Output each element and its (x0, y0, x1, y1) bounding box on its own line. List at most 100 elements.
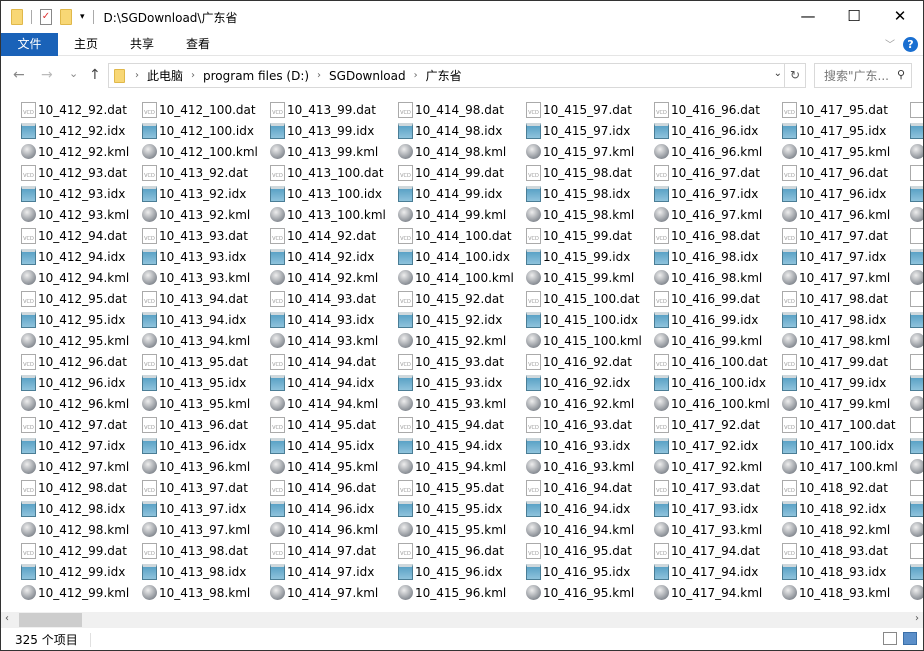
file-item[interactable]: 10_416_95.kml (526, 582, 634, 603)
file-item[interactable]: VCD 10_413_98.dat (142, 540, 248, 561)
file-item[interactable]: VCD 10_413_95.dat (142, 351, 248, 372)
file-item[interactable]: VCD 10_412_95.dat (21, 288, 127, 309)
file-item[interactable]: VCD 10_413_99.dat (270, 99, 376, 120)
file-item-partial[interactable] (910, 351, 923, 372)
file-item[interactable]: 10_417_98.idx (782, 309, 886, 330)
file-item[interactable]: 10_416_96.kml (654, 141, 762, 162)
file-item[interactable]: 10_416_95.idx (526, 561, 630, 582)
file-item[interactable]: 10_415_94.kml (398, 456, 506, 477)
file-item-partial[interactable] (910, 477, 923, 498)
file-item[interactable]: VCD 10_416_95.dat (526, 540, 632, 561)
tab-share[interactable]: 共享 (114, 33, 170, 56)
refresh-button[interactable]: ↻ (785, 63, 806, 88)
file-item[interactable]: VCD 10_414_94.dat (270, 351, 376, 372)
file-item[interactable]: 10_414_97.kml (270, 582, 378, 603)
file-item[interactable]: VCD 10_412_93.dat (21, 162, 127, 183)
tab-home[interactable]: 主页 (58, 33, 114, 56)
file-item[interactable]: VCD 10_414_96.dat (270, 477, 376, 498)
file-item[interactable]: 10_417_95.kml (782, 141, 890, 162)
file-item[interactable]: 10_417_99.kml (782, 393, 890, 414)
file-item[interactable]: VCD 10_414_98.dat (398, 99, 504, 120)
search-input[interactable]: 搜索"广东... ⚲ (814, 63, 912, 88)
file-item[interactable]: 10_414_95.idx (270, 435, 374, 456)
file-item[interactable]: 10_413_98.idx (142, 561, 246, 582)
file-item[interactable]: 10_417_96.kml (782, 204, 890, 225)
file-item[interactable]: VCD 10_413_96.dat (142, 414, 248, 435)
file-item-partial[interactable] (910, 435, 923, 456)
file-item-partial[interactable] (910, 120, 923, 141)
file-item[interactable]: 10_415_92.idx (398, 309, 502, 330)
file-item[interactable]: 10_413_97.kml (142, 519, 250, 540)
file-item[interactable]: 10_418_92.idx (782, 498, 886, 519)
file-item[interactable]: VCD 10_412_94.dat (21, 225, 127, 246)
file-item[interactable]: VCD 10_414_95.dat (270, 414, 376, 435)
forward-button[interactable]: → (41, 67, 53, 83)
breadcrumb-guangdong[interactable]: 广东省 (426, 67, 462, 84)
file-item[interactable]: VCD 10_416_92.dat (526, 351, 632, 372)
file-item[interactable]: 10_412_96.idx (21, 372, 125, 393)
file-item[interactable]: 10_414_94.idx (270, 372, 374, 393)
file-item[interactable]: 10_418_93.idx (782, 561, 886, 582)
file-item[interactable]: 10_417_95.idx (782, 120, 886, 141)
file-item-partial[interactable] (910, 372, 923, 393)
file-item[interactable]: 10_415_98.idx (526, 183, 630, 204)
chevron-right-icon[interactable]: › (191, 70, 195, 81)
file-item[interactable]: VCD 10_415_97.dat (526, 99, 632, 120)
maximize-button[interactable]: ☐ (831, 1, 877, 31)
file-item-partial[interactable] (910, 582, 923, 603)
file-item[interactable]: 10_414_99.kml (398, 204, 506, 225)
file-item[interactable]: 10_416_100.idx (654, 372, 766, 393)
file-item[interactable]: 10_414_92.idx (270, 246, 374, 267)
file-item[interactable]: VCD 10_412_97.dat (21, 414, 127, 435)
file-item[interactable]: 10_417_94.kml (654, 582, 762, 603)
file-item[interactable]: VCD 10_417_98.dat (782, 288, 888, 309)
file-item[interactable]: 10_415_96.kml (398, 582, 506, 603)
file-item[interactable]: 10_412_93.idx (21, 183, 125, 204)
file-item[interactable]: VCD 10_418_93.dat (782, 540, 888, 561)
file-item[interactable]: 10_415_100.idx (526, 309, 638, 330)
file-item[interactable]: 10_412_95.idx (21, 309, 125, 330)
file-item[interactable]: 10_412_99.kml (21, 582, 129, 603)
file-item[interactable]: VCD 10_417_92.dat (654, 414, 760, 435)
tab-file[interactable]: 文件 (1, 32, 58, 56)
file-item-partial[interactable] (910, 246, 923, 267)
up-button[interactable]: ↑ (89, 67, 101, 83)
file-item[interactable]: 10_412_94.idx (21, 246, 125, 267)
file-item[interactable]: VCD 10_415_93.dat (398, 351, 504, 372)
file-item[interactable]: 10_417_98.kml (782, 330, 890, 351)
breadcrumb-sgdownload[interactable]: SGDownload (329, 69, 406, 83)
file-item[interactable]: 10_412_98.idx (21, 498, 125, 519)
file-item[interactable]: 10_414_100.kml (398, 267, 514, 288)
file-item[interactable]: 10_413_95.kml (142, 393, 250, 414)
file-item-partial[interactable] (910, 141, 923, 162)
file-item-partial[interactable] (910, 288, 923, 309)
file-item[interactable]: 10_413_99.kml (270, 141, 378, 162)
file-item-partial[interactable] (910, 99, 923, 120)
file-item[interactable]: VCD 10_412_96.dat (21, 351, 127, 372)
file-item[interactable]: 10_414_99.idx (398, 183, 502, 204)
recent-locations-button[interactable]: ⌄ (69, 67, 78, 80)
file-item[interactable]: 10_412_92.idx (21, 120, 125, 141)
file-item[interactable]: VCD 10_415_96.dat (398, 540, 504, 561)
file-item-partial[interactable] (910, 162, 923, 183)
file-item[interactable]: 10_415_97.kml (526, 141, 634, 162)
file-item[interactable]: 10_413_96.idx (142, 435, 246, 456)
file-item[interactable]: 10_415_94.idx (398, 435, 502, 456)
file-item[interactable]: 10_415_95.idx (398, 498, 502, 519)
file-item[interactable]: 10_418_93.kml (782, 582, 890, 603)
file-item[interactable]: VCD 10_412_92.dat (21, 99, 127, 120)
file-item[interactable]: VCD 10_414_100.dat (398, 225, 512, 246)
file-item[interactable]: VCD 10_416_94.dat (526, 477, 632, 498)
chevron-down-icon[interactable]: ⌄ (774, 68, 782, 79)
file-item[interactable]: 10_417_94.idx (654, 561, 758, 582)
file-item[interactable]: 10_413_97.idx (142, 498, 246, 519)
file-item-partial[interactable] (910, 183, 923, 204)
file-item[interactable]: 10_414_96.kml (270, 519, 378, 540)
file-item[interactable]: VCD 10_417_99.dat (782, 351, 888, 372)
file-item[interactable]: VCD 10_415_92.dat (398, 288, 504, 309)
file-item-partial[interactable] (910, 225, 923, 246)
file-item[interactable]: VCD 10_417_93.dat (654, 477, 760, 498)
file-item[interactable]: 10_414_95.kml (270, 456, 378, 477)
back-button[interactable]: ← (13, 67, 25, 83)
file-item[interactable]: 10_415_97.idx (526, 120, 630, 141)
